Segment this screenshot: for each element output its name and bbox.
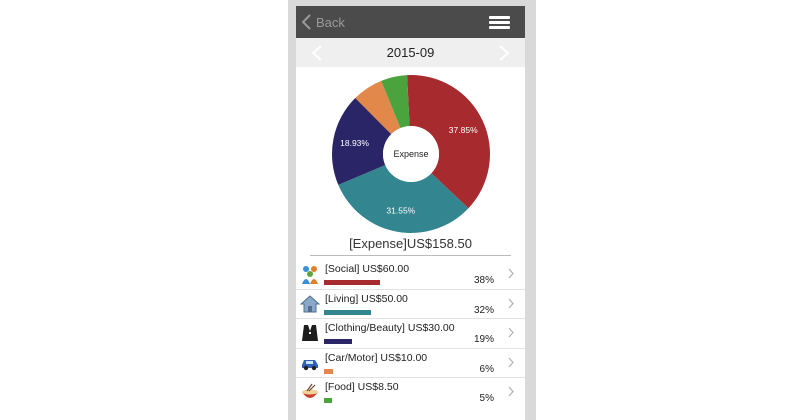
chevron-left-icon — [302, 14, 311, 30]
chevron-right-icon — [508, 298, 514, 308]
pie-slice-label: 31.55% — [386, 206, 415, 216]
car-icon — [302, 359, 318, 370]
category-share-bar — [324, 309, 372, 315]
category-percent: 6% — [479, 363, 494, 375]
category-row[interactable]: [Food] US$8.50 5% — [296, 378, 525, 407]
category-row[interactable]: [Car/Motor] US$10.00 6% — [296, 349, 525, 378]
pie-center-label: Expense — [393, 149, 428, 159]
app-screen: Back 2015-09 37.85% 31.55% 18.93% Expense [… — [296, 6, 525, 420]
category-row[interactable]: [Living] US$50.00 32% — [296, 290, 525, 319]
chevron-right-icon — [508, 386, 514, 397]
category-share-bar — [324, 368, 333, 374]
tuxedo-icon — [302, 325, 318, 341]
house-icon — [300, 294, 320, 312]
people-icon — [302, 266, 318, 284]
back-button[interactable]: Back — [302, 13, 345, 31]
pie-slice-label: 37.85% — [449, 125, 478, 135]
pie-slice-label: 18.93% — [340, 138, 369, 148]
category-percent: 32% — [473, 304, 494, 316]
category-share-bar — [324, 280, 381, 285]
period-bar: 2015-09 — [296, 38, 525, 67]
back-label: Back — [316, 14, 345, 30]
category-percent: 38% — [473, 275, 494, 286]
category-label: [Social] US$60.00 — [325, 263, 410, 275]
category-label: [Food] US$8.50 — [325, 381, 399, 393]
category-label: [Car/Motor] US$10.00 — [325, 351, 428, 364]
category-label: [Living] US$50.00 — [325, 292, 408, 305]
expense-pie-chart: 37.85% 31.55% 18.93% Expense — [332, 75, 490, 233]
prev-period-button[interactable] — [310, 44, 324, 62]
category-percent: 5% — [479, 393, 494, 404]
category-row[interactable]: [Clothing/Beauty] US$30.00 19% — [296, 319, 525, 349]
category-row[interactable]: [Social] US$60.00 38% — [296, 260, 525, 290]
period-label: 2015-09 — [386, 45, 435, 60]
food-bowl-icon — [302, 383, 318, 398]
next-period-button[interactable] — [497, 44, 511, 62]
category-list: [Social] US$60.00 38% [Living] US$50.00 32%… — [296, 260, 525, 407]
chevron-right-icon — [508, 268, 514, 279]
category-share-bar — [324, 398, 332, 403]
chevron-right-icon — [508, 357, 514, 367]
expense-total: [Expense]US$158.50 — [349, 236, 472, 251]
category-share-bar — [324, 339, 353, 344]
chevron-right-icon — [508, 327, 514, 338]
category-label: [Clothing/Beauty] US$30.00 — [325, 322, 455, 334]
hamburger-menu-icon[interactable] — [489, 16, 510, 30]
nav-bar: Back — [296, 6, 525, 38]
category-percent: 19% — [473, 334, 494, 345]
divider — [310, 255, 511, 256]
